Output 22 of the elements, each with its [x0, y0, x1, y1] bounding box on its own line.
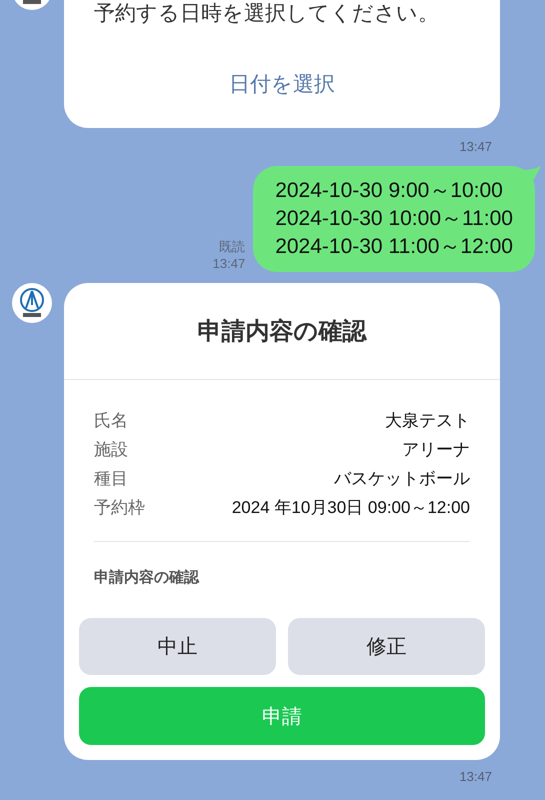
message-line: 2024-10-30 11:00～12:00	[275, 234, 513, 260]
message-line: 2024-10-30 10:00～11:00	[275, 206, 513, 232]
select-date-link[interactable]: 日付を選択	[229, 71, 335, 99]
logo-icon	[12, 283, 52, 323]
field-value: バスケットボール	[334, 468, 470, 490]
option-button[interactable]: 修正	[288, 618, 485, 675]
option-button[interactable]: 中止	[79, 618, 276, 675]
timestamp: 13:47	[458, 770, 493, 784]
field-value: 大泉テスト	[385, 410, 470, 432]
field-label: 種目	[94, 468, 128, 490]
timestamp: 13:47	[458, 140, 493, 154]
field-label: 施設	[94, 439, 128, 461]
read-receipt: 既読	[219, 238, 246, 255]
message-text: 予約する日時を選択してください。	[94, 1, 440, 27]
field-value: 2024 年10月30日 09:00～12:00	[232, 497, 470, 519]
timestamp: 13:47	[212, 255, 246, 272]
field-label: 氏名	[94, 410, 128, 432]
section-label: 申請内容の確認	[94, 568, 200, 588]
field-label: 予約枠	[94, 497, 145, 519]
card-title: 申請内容の確認	[198, 317, 366, 347]
field-value: アリーナ	[402, 439, 470, 461]
message-line: 2024-10-30 9:00～10:00	[275, 178, 504, 204]
